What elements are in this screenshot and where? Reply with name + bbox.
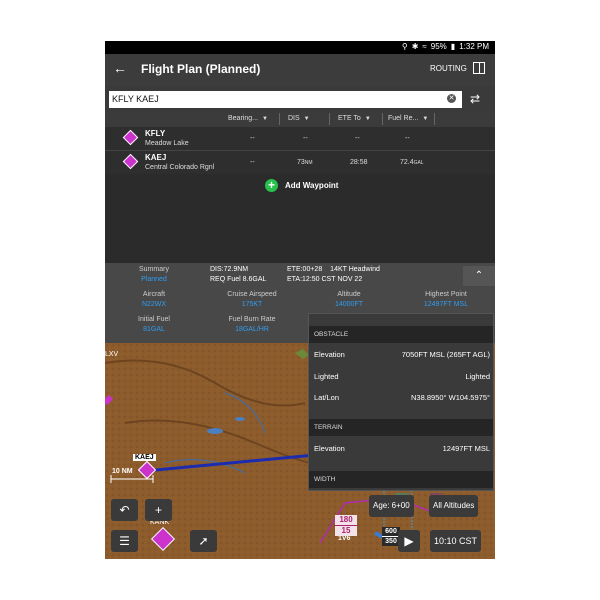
obstacle-lighted-row: Lighted Lighted <box>314 372 490 381</box>
altitude-block: 180 15 <box>335 515 357 536</box>
page-title: Flight Plan (Planned) <box>141 62 261 76</box>
map-label-kaej: KAEJ <box>133 454 156 461</box>
back-arrow-icon[interactable]: ← <box>113 60 127 76</box>
add-waypoint-label: Add Waypoint <box>285 181 339 190</box>
width-section-header: WIDTH <box>309 471 493 488</box>
clock: 1:32 PM <box>459 42 489 51</box>
tablet-screen: ⚲ ✱ ≈ 95% ▮ 1:32 PM ← Flight Plan (Plann… <box>105 41 495 559</box>
summary-aircraft[interactable]: Aircraft N22WX <box>105 291 203 308</box>
waypoint-id: KAEJ <box>145 153 167 162</box>
altitude-filter-badge[interactable]: All Altitudes <box>429 495 479 517</box>
location-icon: ⚲ <box>401 42 408 51</box>
dropdown-icon: ▼ <box>422 116 429 122</box>
column-header-fuel[interactable]: Fuel Re... ▼ <box>385 113 435 125</box>
swap-arrows-icon[interactable]: ⇄ <box>470 92 480 106</box>
terrain-elevation-row: Elevation 12497FT MSL <box>314 444 490 453</box>
summary-fuel-burn-rate[interactable]: Fuel Burn Rate 18GAL/HR <box>203 316 301 333</box>
waypoint-name: Meadow Lake <box>145 140 189 147</box>
terrain-section-header: TERRAIN <box>309 419 493 436</box>
waypoint-bearing: -- <box>250 159 255 166</box>
obstacle-elevation-row: Elevation 7050FT MSL (265FT AGL) <box>314 350 490 359</box>
waypoint-id: KFLY <box>145 129 166 138</box>
pointer-icon: ➚ <box>198 534 209 548</box>
summary-wind: 14KT Headwind <box>330 266 380 273</box>
map-scale-label: 10 NM <box>112 468 133 475</box>
waypoint-ete: 28:58 <box>350 159 368 166</box>
route-input[interactable]: KFLY KAEJ ✕ <box>109 91 462 108</box>
dropdown-icon: ▼ <box>364 116 371 122</box>
back-nav-button[interactable]: ↶ <box>111 499 138 521</box>
map-info-popup: OBSTACLE Elevation 7050FT MSL (265FT AGL… <box>308 313 494 491</box>
data-age-badge[interactable]: Age: 6+00 <box>369 495 414 517</box>
column-headers: Bearing... ▼ DIS ▼ ETE To ▼ Fuel Re... ▼ <box>105 111 495 127</box>
app-bar: ← Flight Plan (Planned) ROUTING <box>105 54 495 86</box>
collapse-chevron-icon[interactable]: ⌃ <box>463 266 495 286</box>
play-icon: ▶ <box>404 534 414 548</box>
summary-highest-point[interactable]: Highest Point 12497FT MSL <box>397 291 495 308</box>
status-bar: ⚲ ✱ ≈ 95% ▮ 1:32 PM <box>105 41 495 54</box>
summary-altitude[interactable]: Altitude 14000FT <box>301 291 397 308</box>
waypoint-distance: 73NM <box>297 159 313 166</box>
summary-initial-fuel[interactable]: Initial Fuel 81GAL <box>105 316 203 333</box>
column-header-dis[interactable]: DIS ▼ <box>285 113 330 125</box>
routing-button[interactable]: ROUTING <box>430 64 467 73</box>
altitude-block-top: 180 <box>335 515 357 526</box>
clear-icon[interactable]: ✕ <box>447 94 456 103</box>
waypoint-row[interactable]: KAEJ Central Colorado Rgnl -- 73NM 28:58… <box>105 151 495 175</box>
dropdown-icon: ▼ <box>261 116 268 122</box>
airport-waypoint-icon <box>122 153 139 170</box>
summary-status[interactable]: Summary Planned <box>105 266 203 283</box>
dropdown-icon: ▼ <box>303 116 310 122</box>
airport-waypoint-icon <box>122 129 139 146</box>
book-icon[interactable] <box>473 62 485 74</box>
measure-button[interactable]: ➚ <box>190 530 217 552</box>
weather-time-badge[interactable]: 10:10 CST <box>430 530 482 552</box>
battery-icon: ▮ <box>450 42 456 51</box>
summary-ete-eta: ETE:00+28 14KT Headwind ETA:12:50 CST NO… <box>287 266 380 283</box>
layers-icon: ☰ <box>119 534 130 548</box>
wifi-icon: ≈ <box>422 42 427 51</box>
summary-cruise-airspeed[interactable]: Cruise Airspeed 175KT <box>203 291 301 308</box>
add-button[interactable]: + <box>145 499 172 521</box>
column-header-ete[interactable]: ETE To ▼ <box>335 113 383 125</box>
waypoint-list-empty-area <box>105 198 495 263</box>
summary-distance-fuel: DIS:72.9NM REQ Fuel 8.6GAL <box>210 266 267 283</box>
play-button[interactable]: ▶ <box>398 530 420 552</box>
map-label-lxv: LXV <box>105 351 119 358</box>
altitude-block-bottom: 15 <box>341 526 351 535</box>
waypoint-row[interactable]: KFLY Meadow Lake -- -- -- -- <box>105 127 495 151</box>
layers-button[interactable]: ☰ <box>111 530 138 552</box>
waypoint-ete: -- <box>355 135 360 142</box>
route-text: KFLY KAEJ <box>112 94 159 104</box>
obstacle-latlon-row: Lat/Lon N38.8950° W104.5975° <box>314 393 490 402</box>
airway-label: 1V6 <box>338 535 351 542</box>
obstacle-section-header: OBSTACLE <box>309 326 493 343</box>
column-header-bearing[interactable]: Bearing... ▼ <box>225 113 280 125</box>
waypoint-bearing: -- <box>250 135 255 142</box>
route-bar: KFLY KAEJ ✕ ⇄ <box>105 86 495 111</box>
waypoint-name: Central Colorado Rgnl <box>145 164 215 171</box>
bluetooth-icon: ✱ <box>411 42 419 51</box>
waypoint-fuel: 72.4GAL <box>400 159 424 166</box>
plus-icon: + <box>154 503 162 517</box>
waypoint-fuel: -- <box>405 135 410 142</box>
waypoint-distance: -- <box>303 135 308 142</box>
battery-level: 95% <box>430 42 447 51</box>
back-arrow-icon: ↶ <box>119 503 130 517</box>
plus-circle-icon: + <box>265 179 278 192</box>
add-waypoint-button[interactable]: + Add Waypoint <box>105 174 495 198</box>
